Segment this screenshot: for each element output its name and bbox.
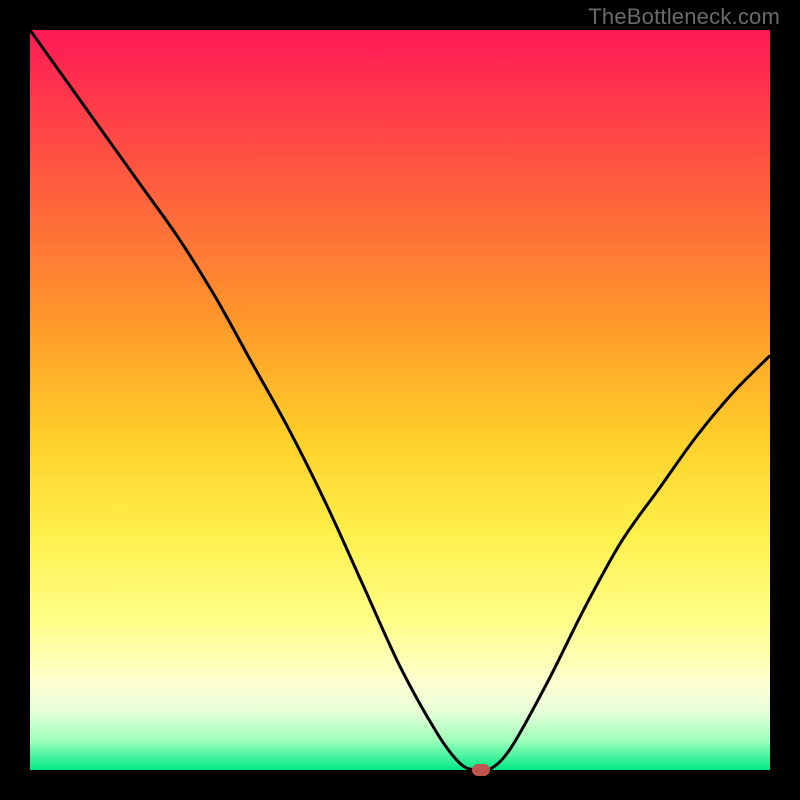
curve-path bbox=[30, 30, 770, 770]
chart-frame: TheBottleneck.com bbox=[0, 0, 800, 800]
bottleneck-curve bbox=[30, 30, 770, 770]
watermark-text: TheBottleneck.com bbox=[588, 4, 780, 30]
optimal-point-marker bbox=[472, 764, 490, 776]
plot-area bbox=[30, 30, 770, 770]
